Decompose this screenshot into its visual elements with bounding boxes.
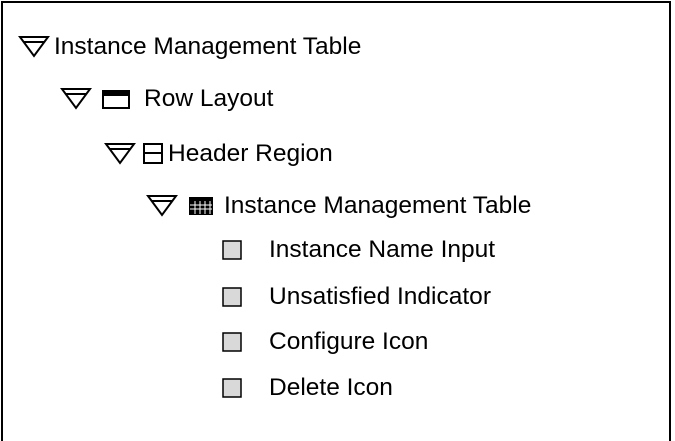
tree-node-label: Instance Management Table <box>54 33 362 60</box>
tree-node-root[interactable]: Instance Management Table <box>18 27 361 67</box>
tree-leaf-configure-icon[interactable]: Configure Icon <box>221 322 428 362</box>
tree-leaf-delete-icon[interactable]: Delete Icon <box>221 368 393 408</box>
tree-leaf-instance-name-input[interactable]: Instance Name Input <box>221 230 495 270</box>
tree-node-label: Instance Management Table <box>224 192 532 219</box>
item-square-icon <box>221 331 245 353</box>
tree-leaf-unsatisfied-indicator[interactable]: Unsatisfied Indicator <box>221 277 491 317</box>
header-region-icon <box>142 142 164 166</box>
tree-node-label: Configure Icon <box>269 328 429 355</box>
tree-node-label: Header Region <box>168 140 333 167</box>
expand-triangle-icon[interactable] <box>18 36 52 58</box>
expand-triangle-icon[interactable] <box>146 195 180 217</box>
tree-node-label: Unsatisfied Indicator <box>269 283 491 310</box>
item-square-icon <box>221 377 245 399</box>
item-square-icon <box>221 239 245 261</box>
table-grid-icon <box>188 195 214 217</box>
tree-node-label: Instance Name Input <box>269 236 496 263</box>
tree-node-label: Row Layout <box>144 85 274 112</box>
row-layout-icon <box>100 88 134 110</box>
expand-triangle-icon[interactable] <box>104 143 138 165</box>
tree-node-row-layout[interactable]: Row Layout <box>60 79 273 119</box>
tree-node-instance-management-table[interactable]: Instance Management Table <box>146 186 531 226</box>
expand-triangle-icon[interactable] <box>60 88 94 110</box>
tree-node-label: Delete Icon <box>269 374 393 401</box>
item-square-icon <box>221 286 245 308</box>
tree-node-header-region[interactable]: Header Region <box>104 134 333 174</box>
